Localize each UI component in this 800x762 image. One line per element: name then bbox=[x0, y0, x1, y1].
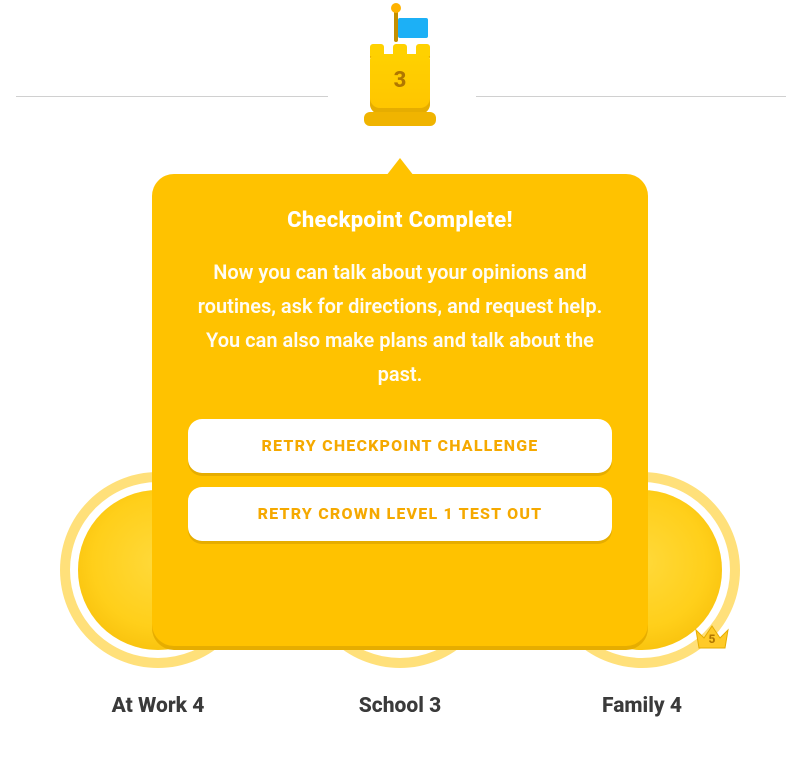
section-divider-left bbox=[16, 96, 328, 97]
popup-title: Checkpoint Complete! bbox=[188, 208, 612, 233]
flag-icon bbox=[398, 18, 428, 38]
crown-level-badge: 5 bbox=[692, 620, 732, 652]
retry-checkpoint-button[interactable]: RETRY CHECKPOINT CHALLENGE bbox=[188, 419, 612, 473]
popup-body: Now you can talk about your opinions and… bbox=[194, 255, 606, 391]
crown-level-number: 5 bbox=[692, 632, 732, 646]
retry-crown-test-out-button[interactable]: RETRY CROWN LEVEL 1 TEST OUT bbox=[188, 487, 612, 541]
checkpoint-castle-icon[interactable]: 3 bbox=[360, 8, 440, 128]
skill-tree-stage: 3 Checkpoint Complete! Now you can talk … bbox=[0, 0, 800, 762]
section-divider-right bbox=[476, 96, 786, 97]
skill-label-school-3: School 3 bbox=[320, 694, 480, 718]
checkpoint-number: 3 bbox=[360, 68, 440, 93]
skill-label-family-4: Family 4 bbox=[562, 694, 722, 718]
checkpoint-popup: Checkpoint Complete! Now you can talk ab… bbox=[152, 174, 648, 646]
skill-label-at-work-4: At Work 4 bbox=[78, 694, 238, 718]
castle-base-icon bbox=[364, 112, 436, 126]
